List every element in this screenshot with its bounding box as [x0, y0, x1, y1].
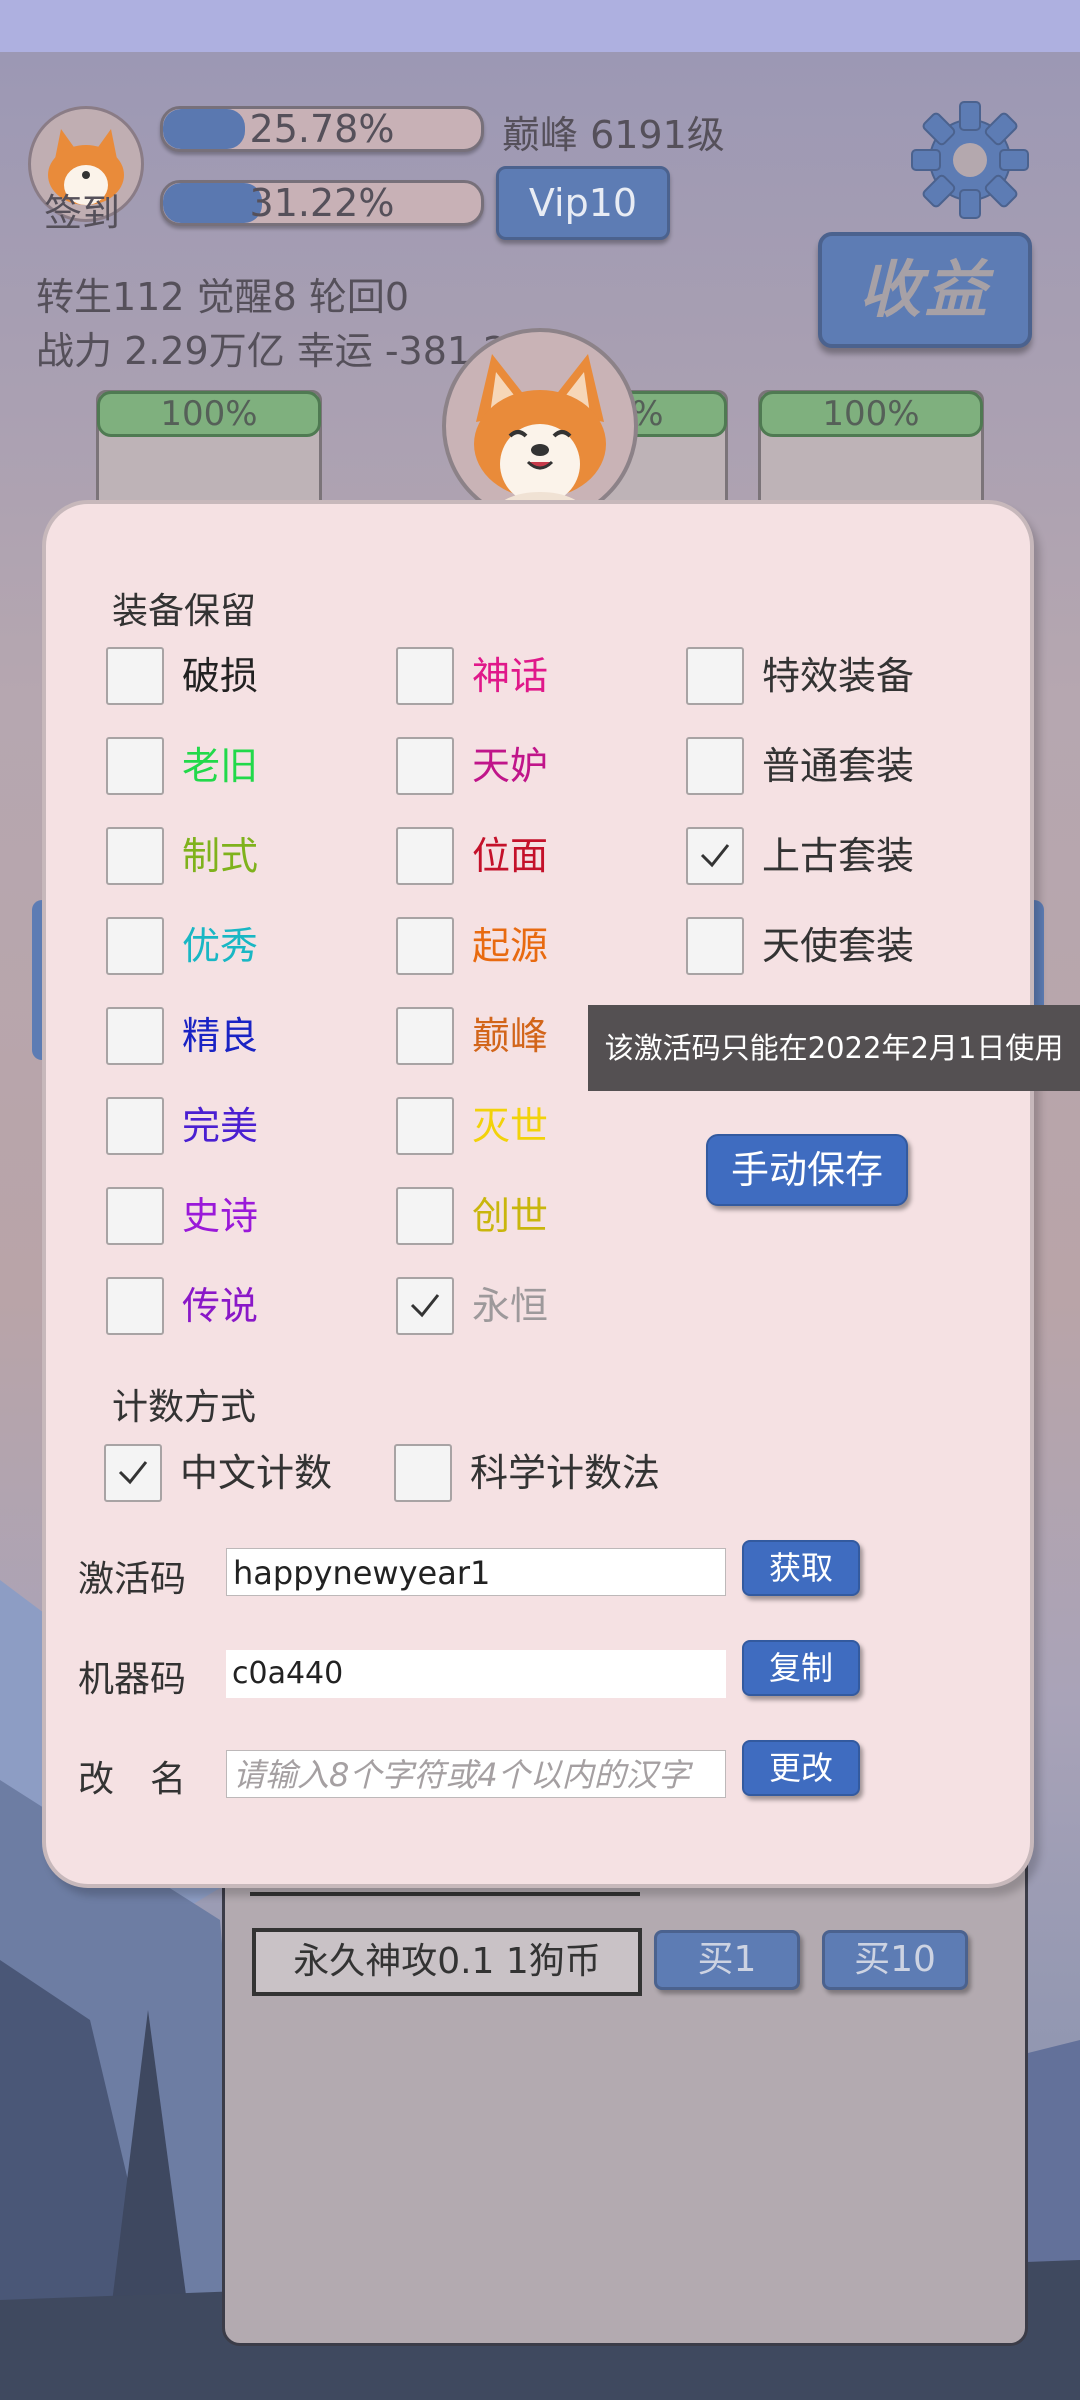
- option-label: 天妒: [472, 744, 549, 788]
- option-label: 神话: [472, 654, 549, 698]
- option-label: 灭世: [472, 1104, 549, 1148]
- checkmark-icon: [118, 1461, 148, 1485]
- checkbox-unchecked[interactable]: [396, 737, 454, 795]
- activation-code-input[interactable]: happynewyear1: [226, 1548, 726, 1596]
- rebirth-stats: 转生112 觉醒8 轮回0: [36, 275, 410, 319]
- exp-progress-bar: 25.78%: [160, 106, 484, 152]
- checkbox-unchecked[interactable]: [396, 827, 454, 885]
- equip-keep-title: 装备保留: [112, 591, 257, 632]
- manual-save-button[interactable]: 手动保存: [706, 1134, 908, 1206]
- option-label: 巅峰: [472, 1014, 549, 1058]
- option-label: 科学计数法: [470, 1451, 661, 1495]
- option-label: 破损: [182, 654, 259, 698]
- option-label: 中文计数: [180, 1451, 333, 1495]
- checkbox-unchecked[interactable]: [106, 917, 164, 975]
- checkbox-unchecked[interactable]: [394, 1444, 452, 1502]
- checkbox-unchecked[interactable]: [106, 1097, 164, 1155]
- checkmark-icon: [410, 1294, 440, 1318]
- peak-progress-bar: 31.22%: [160, 180, 484, 226]
- option-label: 天使套装: [762, 924, 915, 968]
- checkbox-unchecked[interactable]: [106, 647, 164, 705]
- option-label: 起源: [472, 924, 549, 968]
- option-label: 传说: [182, 1284, 259, 1328]
- corgi-face-icon: [474, 354, 606, 520]
- checkbox-unchecked[interactable]: [396, 1097, 454, 1155]
- fetch-button[interactable]: 获取: [742, 1540, 860, 1596]
- activation-tooltip: 该激活码只能在2022年2月1日使用: [588, 1005, 1080, 1091]
- checkbox-unchecked[interactable]: [686, 647, 744, 705]
- peak-progress-text: 31.22%: [249, 181, 395, 225]
- tab-1[interactable]: 100%: [96, 390, 322, 516]
- tab-1-percent: 100%: [97, 391, 321, 437]
- option-label: 精良: [182, 1014, 259, 1058]
- activation-code-label: 激活码: [78, 1559, 187, 1600]
- income-button[interactable]: 收益: [818, 232, 1032, 348]
- checkbox-unchecked[interactable]: [106, 1007, 164, 1065]
- tab-3-percent: 100%: [759, 391, 983, 437]
- checkbox-unchecked[interactable]: [686, 737, 744, 795]
- checkin-label[interactable]: 签到: [44, 182, 120, 237]
- option-label: 老旧: [182, 744, 259, 788]
- option-label: 上古套装: [762, 834, 915, 878]
- option-label: 优秀: [182, 924, 259, 968]
- checkbox-unchecked[interactable]: [106, 1277, 164, 1335]
- option-label: 制式: [182, 834, 259, 878]
- checkbox-checked[interactable]: [686, 827, 744, 885]
- checkbox-unchecked[interactable]: [106, 737, 164, 795]
- power-luck-stats: 战力 2.29万亿 幸运 -381.2: [36, 329, 508, 373]
- checkbox-unchecked[interactable]: [396, 1007, 454, 1065]
- rename-input[interactable]: 请输入8个字符或4个以内的汉字: [226, 1750, 726, 1798]
- checkbox-unchecked[interactable]: [396, 1187, 454, 1245]
- machine-code-field[interactable]: c0a440: [226, 1650, 726, 1698]
- rename-button[interactable]: 更改: [742, 1740, 860, 1796]
- copy-button[interactable]: 复制: [742, 1640, 860, 1696]
- option-label: 普通套装: [762, 744, 915, 788]
- exp-progress-text: 25.78%: [249, 107, 395, 151]
- buy-10-button[interactable]: 买10: [822, 1930, 968, 1990]
- vip-button[interactable]: Vip10: [496, 166, 670, 240]
- option-label: 永恒: [472, 1284, 549, 1328]
- option-label: 创世: [472, 1194, 549, 1238]
- status-strip: [0, 0, 1080, 52]
- shop-item-label: 永久神攻0.1 1狗币: [252, 1928, 642, 1996]
- checkbox-checked[interactable]: [396, 1277, 454, 1335]
- count-mode-title: 计数方式: [112, 1387, 257, 1428]
- machine-code-label: 机器码: [78, 1659, 187, 1700]
- peak-level: 巅峰 6191级: [502, 113, 725, 157]
- tab-3[interactable]: 100%: [758, 390, 984, 516]
- rename-label: 改 名: [78, 1759, 187, 1800]
- checkmark-icon: [700, 844, 730, 868]
- checkbox-checked[interactable]: [104, 1444, 162, 1502]
- option-label: 特效装备: [762, 654, 915, 698]
- buy-1-button[interactable]: 买1: [654, 1930, 800, 1990]
- corgi-mascot[interactable]: [442, 328, 638, 524]
- gear-icon[interactable]: [910, 100, 1030, 220]
- checkbox-unchecked[interactable]: [106, 827, 164, 885]
- option-label: 史诗: [182, 1194, 259, 1238]
- checkbox-unchecked[interactable]: [396, 917, 454, 975]
- checkbox-unchecked[interactable]: [396, 647, 454, 705]
- option-label: 位面: [472, 834, 549, 878]
- checkbox-unchecked[interactable]: [686, 917, 744, 975]
- option-label: 完美: [182, 1104, 259, 1148]
- checkbox-unchecked[interactable]: [106, 1187, 164, 1245]
